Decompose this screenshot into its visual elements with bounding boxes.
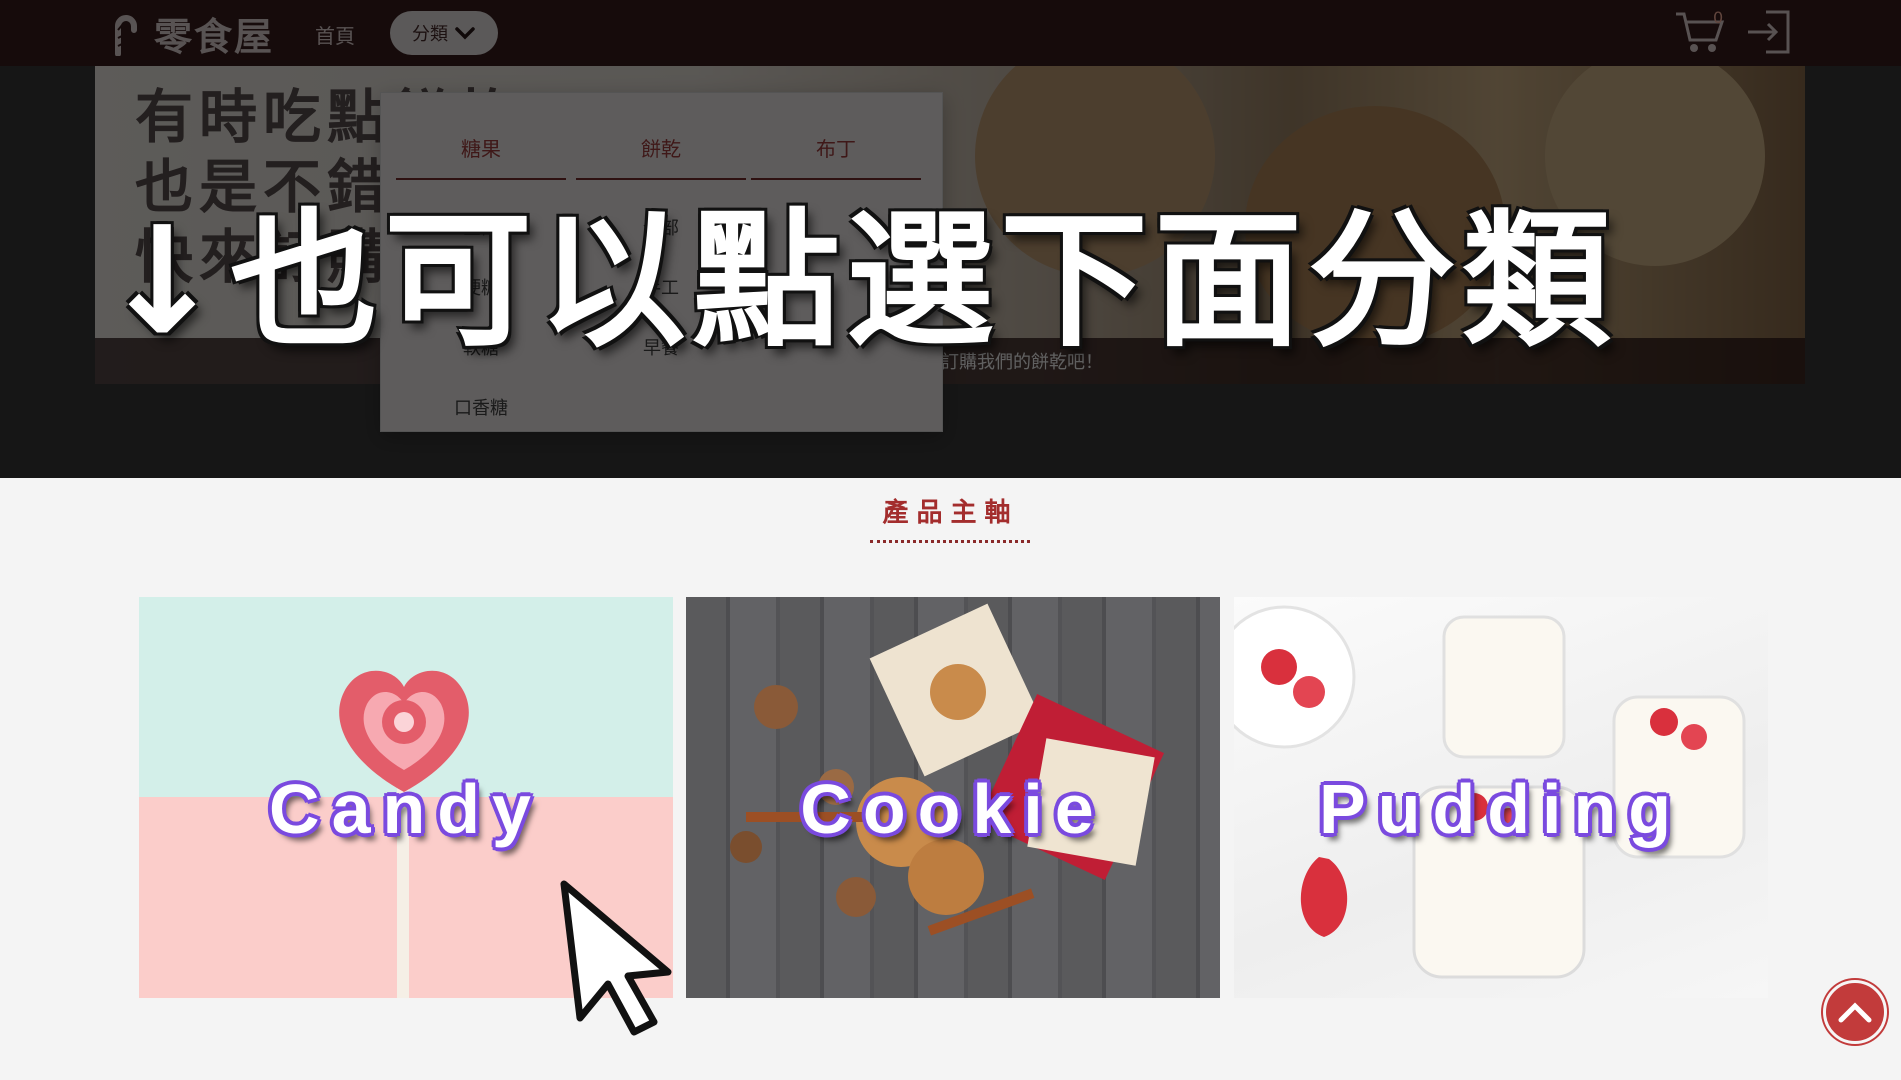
dropdown-item[interactable]: 口香糖 xyxy=(396,394,566,420)
logo-text: 零食屋 xyxy=(154,13,275,59)
back-to-top-button[interactable] xyxy=(1823,980,1887,1044)
candy-cane-icon xyxy=(115,15,137,56)
section-title: 產品主軸 xyxy=(882,498,1019,528)
login-icon[interactable] xyxy=(1744,6,1796,58)
tutorial-overlay-text: ↓也可以點選下面分類 xyxy=(100,195,1617,367)
product-card-pudding[interactable]: Pudding xyxy=(1234,597,1768,998)
section-underline xyxy=(870,540,1030,543)
nav-category-button[interactable]: 分類 xyxy=(390,11,498,55)
product-label-cookie: Cookie xyxy=(800,770,1106,848)
nav-home-link[interactable]: 首頁 xyxy=(315,20,355,49)
product-label-pudding: Pudding xyxy=(1319,770,1683,848)
chevron-down-icon xyxy=(455,27,475,40)
pointer-cursor-icon xyxy=(560,880,672,1036)
nav-category-label: 分類 xyxy=(412,24,448,45)
product-card-cookie[interactable]: Cookie xyxy=(686,597,1220,998)
site-logo[interactable]: 零食屋 xyxy=(108,6,274,60)
chevron-up-icon xyxy=(1838,1002,1872,1023)
cart-count-badge: 0 xyxy=(1713,8,1724,27)
navbar xyxy=(0,0,1901,66)
product-label-candy: Candy xyxy=(269,770,543,848)
